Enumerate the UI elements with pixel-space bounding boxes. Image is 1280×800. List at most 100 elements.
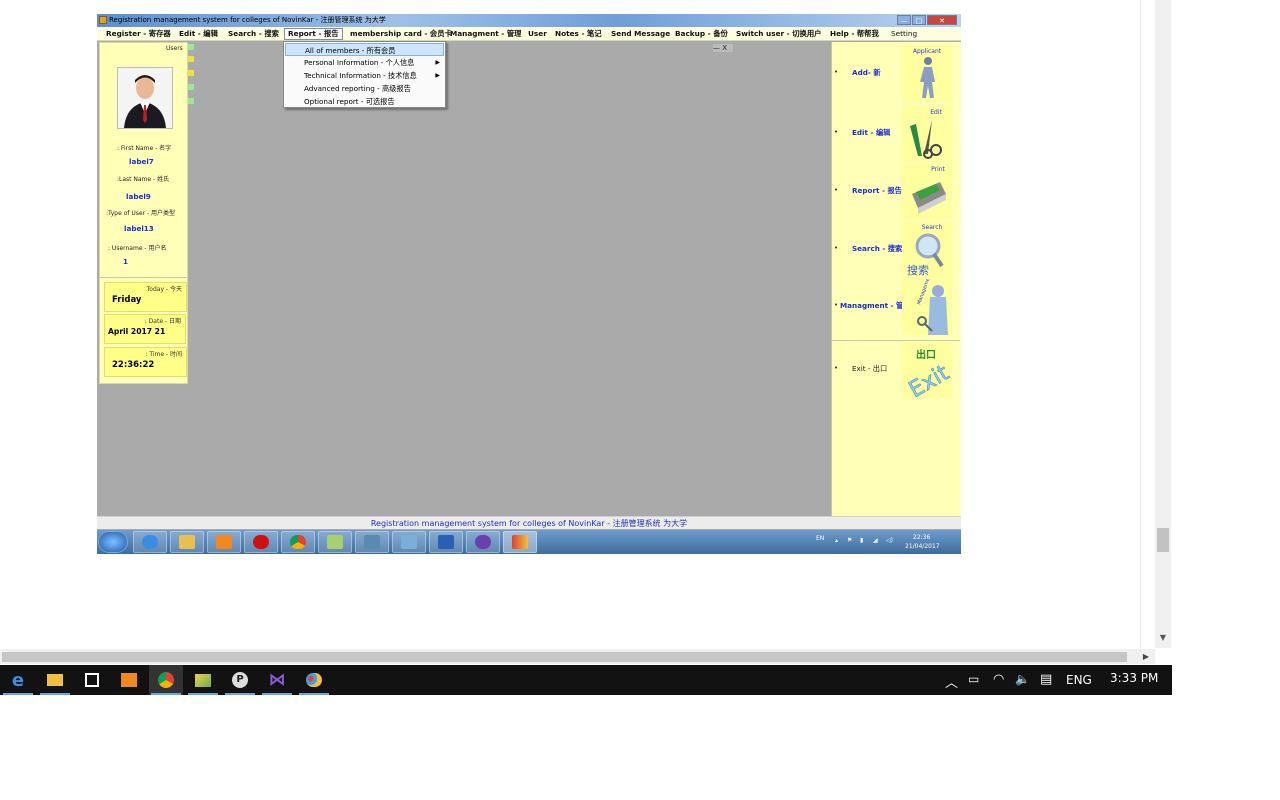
today-label: Today - 今天 xyxy=(146,286,182,293)
menu-register[interactable]: Register - 寄存器 xyxy=(106,29,171,39)
taskbar-visual-studio-icon[interactable] xyxy=(466,531,500,553)
menu-membership[interactable]: membership card - 会员卡 xyxy=(350,29,452,39)
tray-signal-icon[interactable]: ◢ xyxy=(873,537,878,544)
report-menu-item-label: Optional report - 可选报告 xyxy=(304,97,395,106)
menu-setting[interactable]: Setting xyxy=(891,29,917,38)
vertical-scrollbar-thumb[interactable] xyxy=(1157,528,1169,552)
print-icon[interactable]: Print xyxy=(902,164,952,220)
menu-report[interactable]: Report - 报告 xyxy=(284,28,343,40)
user-type-label: :Type of User - 用户类型 xyxy=(106,210,176,217)
minimize-button[interactable]: — xyxy=(897,15,911,25)
taskbar-explorer-icon[interactable] xyxy=(170,531,204,553)
action-center-icon[interactable]: ▤ xyxy=(1040,672,1052,687)
username-value: 1 xyxy=(123,257,129,266)
taskbar-opera-icon[interactable] xyxy=(244,531,278,553)
shortcut-label[interactable]: Report - 报告 xyxy=(852,186,902,196)
menu-notes[interactable]: Notes - 笔记 xyxy=(555,29,602,39)
scroll-right-arrow-icon[interactable]: ▶ xyxy=(1140,650,1152,663)
shortcut-panel: • Add- 新 Applicant • Edit - 编辑 Edit • Report - … xyxy=(831,42,961,516)
user-avatar-icon xyxy=(118,68,172,128)
report-menu-item[interactable]: All of members - 所有会员 xyxy=(285,43,444,56)
report-menu-item[interactable]: Optional report - 可选报告 xyxy=(285,95,444,108)
inner-lang-indicator[interactable]: EN xyxy=(816,535,824,542)
visual-studio-icon[interactable]: ⋈ xyxy=(260,665,294,695)
user-type-value: label13 xyxy=(124,224,154,233)
paint-icon[interactable] xyxy=(297,665,331,695)
media-player-icon[interactable] xyxy=(112,665,146,695)
edit-icon[interactable]: Edit xyxy=(902,106,952,162)
shortcut-label[interactable]: Managment - 管理 xyxy=(840,301,910,311)
shortcut-label[interactable]: Exit - 出口 xyxy=(852,364,887,374)
bullet-icon: • xyxy=(834,244,839,252)
menu-user[interactable]: User xyxy=(528,29,547,38)
tray-network-icon[interactable]: ▮ xyxy=(860,537,863,544)
shortcut-exit[interactable]: • Exit - 出口 出口 Exit xyxy=(834,342,961,398)
shortcut-search[interactable]: • Search - 搜索 Search 搜索 xyxy=(834,222,961,278)
taskbar: e P ⋈ ︿ ▭ ◠ 🔈 ▤ ENG 3:33 PM xyxy=(0,665,1172,695)
strip-marker xyxy=(188,70,194,76)
chrome-icon[interactable] xyxy=(149,665,183,695)
report-menu-item[interactable]: Technical Information - 技术信息 ▶ xyxy=(285,69,444,82)
taskbar-word-icon[interactable] xyxy=(429,531,463,553)
menu-help[interactable]: Help - 帮帮我 xyxy=(830,29,879,39)
report-menu-item[interactable]: Advanced reporting - 高级报告 xyxy=(285,82,444,95)
exit-icon[interactable]: 出口Exit xyxy=(902,342,952,398)
management-icon[interactable]: Management xyxy=(902,279,952,335)
report-menu-item[interactable]: Personal Information - 个人信息 ▶ xyxy=(285,56,444,69)
menu-managment[interactable]: Managment - 管理 xyxy=(450,29,521,39)
report-menu-item-label: All of members - 所有会员 xyxy=(305,46,396,55)
close-button[interactable]: ✕ xyxy=(927,15,957,25)
menu-send[interactable]: Send Message xyxy=(611,29,670,38)
shortcut-label[interactable]: Search - 搜索 xyxy=(852,244,902,254)
shortcut-label[interactable]: Add- 新 xyxy=(852,68,881,78)
taskbar-chrome-icon[interactable] xyxy=(281,531,315,553)
time-value: 22:36:22 xyxy=(112,360,155,370)
inner-clock-date[interactable]: 21/04/2017 xyxy=(905,543,940,550)
mdi-window-controls[interactable]: — X xyxy=(713,44,733,52)
scroll-down-arrow-icon[interactable]: ▼ xyxy=(1156,632,1170,644)
username-label: : Username - 用户名 xyxy=(108,245,167,252)
taskbar-app-icon[interactable] xyxy=(318,531,352,553)
shortcut-managment[interactable]: • Managment - 管理 Management xyxy=(834,279,961,335)
clock[interactable]: 3:33 PM xyxy=(1110,671,1158,685)
taskbar-app-icon[interactable] xyxy=(392,531,426,553)
folder-app-icon[interactable] xyxy=(186,665,220,695)
taskbar-registration-app-icon[interactable] xyxy=(503,531,537,553)
wifi-icon[interactable]: ◠ xyxy=(993,672,1004,687)
last-name-value: label9 xyxy=(126,192,151,201)
strip-marker xyxy=(188,44,194,50)
date-value: April 2017 21 xyxy=(108,327,166,336)
file-explorer-icon[interactable] xyxy=(38,665,72,695)
pinned-p-app-icon[interactable]: P xyxy=(223,665,257,695)
window-title: Registration management system for colle… xyxy=(109,16,386,24)
applicant-icon[interactable]: Applicant xyxy=(902,46,952,102)
inner-clock-time[interactable]: 22:36 xyxy=(913,534,930,541)
svg-text:Edit: Edit xyxy=(930,109,942,116)
tray-expand-icon[interactable]: ▴ xyxy=(835,537,838,544)
menu-switch[interactable]: Switch user - 切换用户 xyxy=(736,29,821,39)
tray-flag-icon[interactable]: ⚑ xyxy=(847,537,852,544)
search-icon[interactable]: Search 搜索 xyxy=(902,222,952,278)
show-hidden-icons-icon[interactable]: ︿ xyxy=(945,672,958,691)
avatar xyxy=(117,67,173,129)
menu-search[interactable]: Search - 搜索 xyxy=(228,29,279,39)
tray-volume-icon[interactable]: ◁) xyxy=(886,537,893,544)
horizontal-scrollbar-thumb[interactable] xyxy=(2,652,1127,662)
maximize-button[interactable]: □ xyxy=(912,15,926,25)
taskbar-media-icon[interactable] xyxy=(207,531,241,553)
language-indicator[interactable]: ENG xyxy=(1066,673,1092,687)
taskbar-ie-icon[interactable] xyxy=(133,531,167,553)
store-icon[interactable] xyxy=(75,665,109,695)
edge-icon[interactable]: e xyxy=(1,665,35,695)
taskbar-photos-icon[interactable] xyxy=(355,531,389,553)
volume-icon[interactable]: 🔈 xyxy=(1015,672,1030,686)
shortcut-edit[interactable]: • Edit - 编辑 Edit xyxy=(834,106,961,162)
submenu-arrow-icon: ▶ xyxy=(435,72,440,79)
battery-icon[interactable]: ▭ xyxy=(968,672,979,686)
shortcut-report[interactable]: • Report - 报告 Print xyxy=(834,164,961,220)
menu-backup[interactable]: Backup - 备份 xyxy=(675,29,728,39)
shortcut-add[interactable]: • Add- 新 Applicant xyxy=(834,46,961,102)
menu-edit[interactable]: Edit - 编辑 xyxy=(179,29,218,39)
start-orb-icon[interactable] xyxy=(98,531,128,553)
shortcut-label[interactable]: Edit - 编辑 xyxy=(852,128,890,138)
